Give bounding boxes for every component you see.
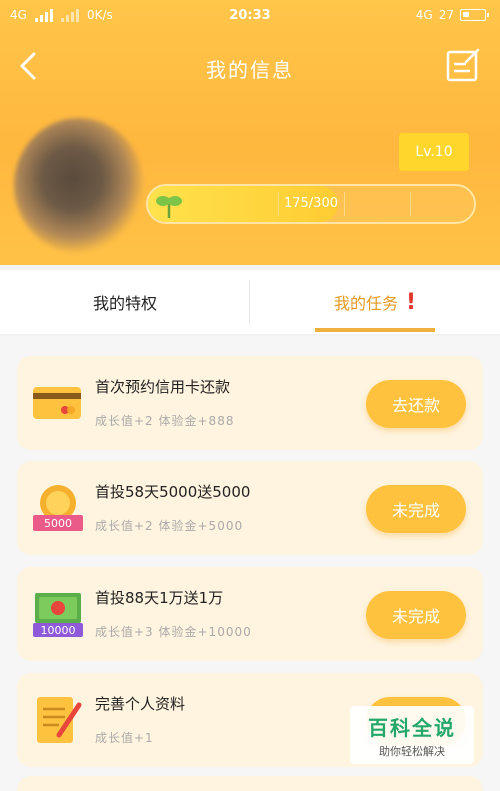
alert-icon: ! (405, 289, 417, 315)
coin-5000-icon: 5000 (33, 485, 83, 531)
task-reward: 成长值+1 (95, 731, 154, 745)
task-action-button[interactable]: 未完成 (366, 591, 466, 639)
growth-progress-text: 175/300 (283, 196, 338, 211)
profile-header: 4G 0K/s 20:33 4G 27 我的信息 Lv.10 175/300 (0, 0, 500, 265)
task-reward: 成长值+2 体验金+5000 (95, 519, 244, 533)
page-title: 我的信息 (206, 58, 294, 82)
coin-5000-label: 5000 (44, 517, 72, 530)
watermark: 百科全说 助你轻松解决 (350, 706, 474, 764)
task-action-button[interactable]: 去还款 (366, 380, 466, 428)
task-card: 首次预约信用卡还款 成长值+2 体验金+888 去还款 (17, 356, 483, 450)
cash-10000-label: 10000 (41, 624, 76, 637)
task-reward: 成长值+3 体验金+10000 (95, 625, 252, 639)
level-badge: Lv.10 (399, 133, 469, 171)
watermark-subtitle: 助你轻松解决 (379, 745, 445, 758)
task-title: 完善个人资料 (95, 695, 186, 713)
task-title: 首投88天1万送1万 (95, 589, 224, 607)
task-card: 5000 首投58天5000送5000 成长值+2 体验金+5000 未完成 (17, 461, 483, 555)
battery-icon (460, 9, 489, 21)
task-action-button[interactable]: 未完成 (366, 485, 466, 533)
network-type-right: 4G (415, 8, 433, 22)
tab-tasks[interactable]: 我的任务 ! (250, 270, 500, 334)
tab-privileges[interactable]: 我的特权 (0, 270, 250, 334)
task-card: 10000 首投88天1万送1万 成长值+3 体验金+10000 未完成 (17, 567, 483, 661)
edit-button[interactable] (444, 46, 482, 84)
notepad-pencil-icon (37, 697, 82, 743)
battery-level: 27 (438, 8, 454, 22)
nav-bar: 我的信息 (0, 44, 500, 88)
watermark-title: 百科全说 (368, 716, 456, 740)
task-title: 首次预约信用卡还款 (95, 378, 231, 396)
status-bar: 4G 0K/s 20:33 4G 27 (0, 0, 500, 30)
tab-privileges-label: 我的特权 (92, 294, 157, 313)
edit-note-icon (446, 48, 480, 82)
task-card-peek (17, 776, 483, 791)
task-reward: 成长值+2 体验金+888 (95, 414, 235, 428)
tab-tasks-label: 我的任务 (333, 294, 398, 313)
tab-bar: 我的特权 我的任务 ! (0, 270, 500, 334)
avatar[interactable] (14, 118, 144, 253)
active-tab-indicator (315, 328, 435, 332)
credit-card-icon (33, 387, 81, 419)
task-title: 首投58天5000送5000 (95, 483, 251, 501)
cash-10000-icon: 10000 (33, 593, 83, 637)
growth-progress-bar: 175/300 (146, 184, 476, 224)
